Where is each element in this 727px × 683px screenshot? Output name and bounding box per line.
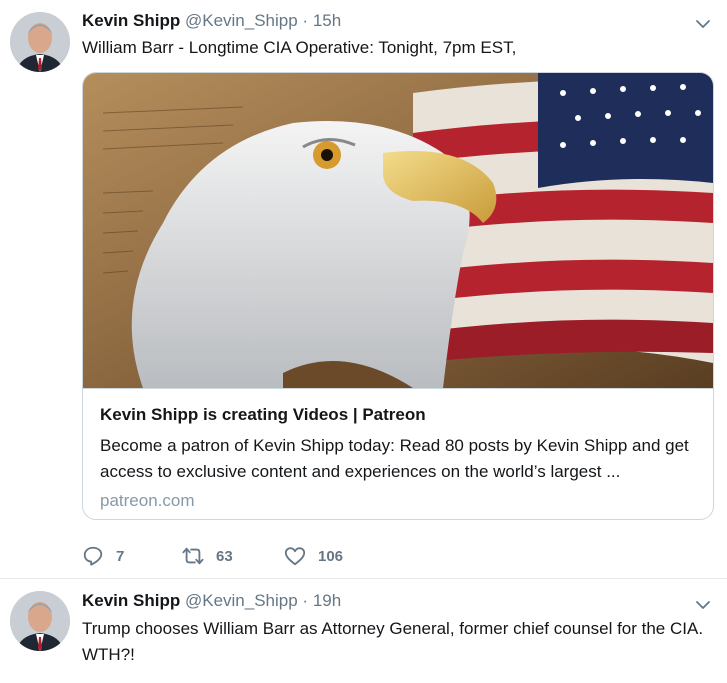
link-card[interactable]: Kevin Shipp is creating Videos | Patreon… [82,72,714,520]
author-name[interactable]: Kevin Shipp [82,11,180,30]
timestamp[interactable]: 15h [313,11,341,30]
avatar[interactable] [10,12,70,72]
reply-icon [83,546,103,566]
retweet-button[interactable]: 63 [182,544,233,568]
tweet-text: William Barr - Longtime CIA Operative: T… [82,38,517,57]
like-count: 106 [318,547,344,565]
tweet[interactable]: Kevin Shipp @Kevin_Shipp · 15h William B… [0,0,727,579]
author-name[interactable]: Kevin Shipp [82,591,180,610]
heart-icon [284,547,306,566]
retweet-icon [182,547,204,565]
card-title[interactable]: Kevin Shipp is creating Videos | Patreon [100,405,426,425]
timestamp[interactable]: 19h [313,591,341,610]
reply-count: 7 [116,547,125,565]
separator-dot: · [302,11,309,30]
retweet-count: 63 [216,547,233,565]
chevron-down-icon[interactable] [695,16,711,32]
author-handle[interactable]: @Kevin_Shipp [185,11,298,30]
tweet[interactable]: Kevin Shipp @Kevin_Shipp · 19h Trump cho… [0,579,727,683]
card-description: Become a patron of Kevin Shipp today: Re… [100,436,689,481]
chevron-down-icon[interactable] [695,597,711,613]
reply-button[interactable]: 7 [82,544,124,568]
tweet-header: Kevin Shipp @Kevin_Shipp · 19h [82,591,341,611]
avatar[interactable] [10,591,70,651]
tweet-text: Trump chooses William Barr as Attorney G… [82,619,704,664]
card-body[interactable]: Kevin Shipp is creating Videos | Patreon… [83,388,713,519]
like-button[interactable]: 106 [284,544,343,568]
separator-dot: · [302,591,309,610]
card-url[interactable]: patreon.com [100,491,195,511]
tweet-header: Kevin Shipp @Kevin_Shipp · 15h [82,11,341,31]
author-handle[interactable]: @Kevin_Shipp [185,591,298,610]
card-image[interactable] [83,73,713,388]
